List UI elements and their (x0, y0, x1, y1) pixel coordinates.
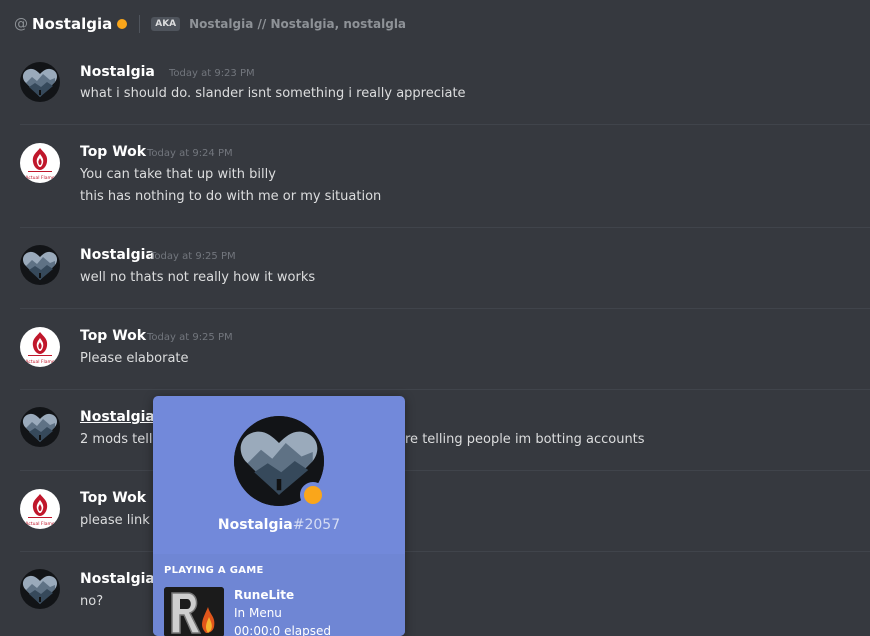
popout-header: Nostalgia#2057 (153, 396, 405, 554)
message-text: You can take that up with billy (80, 167, 276, 182)
message-author[interactable]: Nostalgia (80, 64, 155, 80)
dm-username[interactable]: Nostalgia (32, 15, 112, 33)
profile-discriminator: #2057 (292, 517, 341, 533)
profile-name: Nostalgia (217, 517, 293, 533)
message-group: Nostalgia 2 mods tell re telling people … (20, 389, 870, 470)
message-author[interactable]: Top Wok (80, 144, 146, 160)
message-text: re telling people im botting accounts (405, 432, 645, 447)
game-elapsed: 00:00:0 elapsed (234, 624, 332, 636)
message-text: no? (80, 594, 104, 609)
message-author[interactable]: Top Wok (80, 490, 146, 506)
activity-header: PLAYING A GAME (164, 565, 264, 576)
heart-landscape-avatar[interactable] (20, 62, 60, 102)
message-author[interactable]: Nostalgia (80, 409, 155, 425)
flame-logo-avatar[interactable]: Actual Flame (20, 489, 60, 529)
at-icon: @ (14, 16, 28, 32)
message-text: 2 mods tell (80, 432, 153, 447)
message-group: Actual Flame Top Wok Today at 9:25 PM Pl… (20, 308, 870, 389)
message-author[interactable]: Nostalgia (80, 571, 155, 587)
message-timestamp: Today at 9:25 PM (147, 332, 233, 343)
message-list: Nostalgia Today at 9:23 PM what i should… (0, 48, 870, 628)
heart-landscape-avatar[interactable] (20, 245, 60, 285)
header-divider (139, 15, 141, 33)
svg-text:Actual Flame: Actual Flame (25, 359, 55, 365)
heart-landscape-avatar[interactable] (20, 569, 60, 609)
message-author[interactable]: Nostalgia (80, 247, 155, 263)
activity-section: PLAYING A GAME RuneLite In Menu 00:00:0 … (153, 554, 405, 636)
runelite-game-icon (164, 587, 224, 636)
message-timestamp: Today at 9:23 PM (169, 68, 255, 79)
message-text: well no thats not really how it works (80, 270, 316, 285)
profile-username[interactable]: Nostalgia#2057 (153, 517, 405, 533)
flame-logo-avatar[interactable]: Actual Flame (20, 327, 60, 367)
svg-text:Actual Flame: Actual Flame (25, 175, 55, 181)
message-group: Nostalgia no? (20, 551, 870, 628)
message-text: Please elaborate (80, 351, 189, 366)
aliases-list: Nostalgia // Nostalgia, nostalgla (189, 17, 407, 31)
message-group: Actual Flame Top Wok Today at 9:24 PM Yo… (20, 124, 870, 227)
svg-text:Actual Flame: Actual Flame (25, 521, 55, 527)
message-text: this has nothing to do with me or my sit… (80, 189, 382, 204)
message-author[interactable]: Top Wok (80, 328, 146, 344)
user-profile-popout[interactable]: Nostalgia#2057 PLAYING A GAME RuneLite I… (153, 396, 405, 636)
message-text: what i should do. slander isnt something… (80, 86, 466, 101)
status-idle-icon (117, 19, 128, 29)
message-group: Nostalgia Today at 9:23 PM what i should… (20, 62, 870, 124)
message-timestamp: Today at 9:24 PM (147, 148, 233, 159)
message-group: Nostalgia Today at 9:25 PM well no thats… (20, 227, 870, 308)
game-name: RuneLite (234, 588, 295, 602)
message-text: please link r (80, 513, 160, 528)
channel-header: @ Nostalgia AKA Nostalgia // Nostalgia, … (0, 0, 870, 48)
game-state: In Menu (234, 606, 282, 620)
message-group: Actual Flame Top Wok please link r (20, 470, 870, 551)
status-idle-icon (300, 482, 326, 508)
message-timestamp: Today at 9:25 PM (150, 251, 236, 262)
aka-badge: AKA (151, 17, 181, 31)
heart-landscape-avatar[interactable] (20, 407, 60, 447)
flame-logo-avatar[interactable]: Actual Flame (20, 143, 60, 183)
